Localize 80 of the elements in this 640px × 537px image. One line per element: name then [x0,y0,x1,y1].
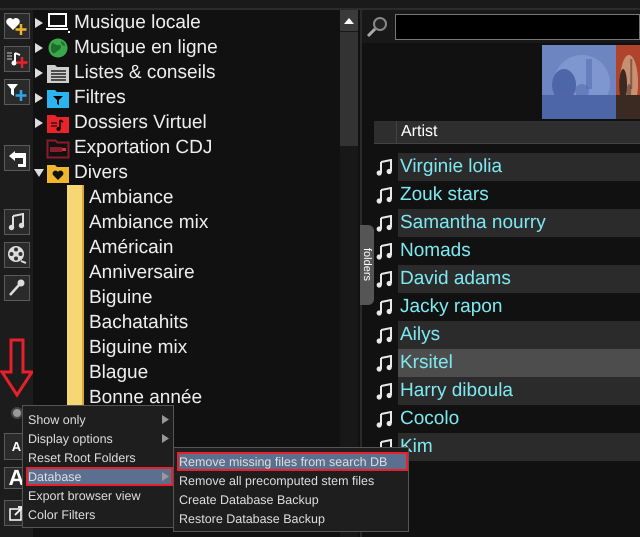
artist-row[interactable]: Ailys [398,321,640,349]
film-reel-button[interactable] [4,242,30,268]
search-field[interactable] [395,14,640,40]
menu-item[interactable]: Remove all precomputed stem files [177,471,408,490]
expand-arrow-icon[interactable] [34,118,44,128]
usb-folder-icon [46,136,70,158]
music-note-icon [376,326,393,344]
artist-row[interactable]: Zouk stars [398,181,640,209]
artist-row[interactable]: Jacky rapon [398,293,640,321]
menu-item[interactable]: Export browser view [26,486,173,505]
submenu-arrow-icon [162,434,169,443]
menu-item[interactable]: Create Database Backup [177,490,408,509]
column-header[interactable]: Artist [397,121,438,143]
music-note-icon [376,186,393,204]
menu-item[interactable]: Color Filters [26,505,173,524]
scroll-up-button[interactable] [340,10,358,31]
tree-item[interactable]: Listes & conseils [74,62,216,84]
menu-item[interactable]: Restore Database Backup [177,509,408,528]
tree-item[interactable]: Biguine mix [89,336,188,358]
collapse-arrow-icon[interactable] [34,168,44,178]
menu-item[interactable]: Remove missing files from search DB [177,452,408,471]
popout-icon [8,505,24,521]
submenu-arrow-icon [162,415,169,424]
artist-row[interactable]: Harry diboula [398,377,640,405]
menu-item[interactable]: Database [26,467,173,486]
tree-item[interactable]: Américain [89,236,174,258]
music-note-icon [376,270,393,288]
heart-plus-icon [6,16,28,36]
back-arrow-icon [6,149,26,167]
up-arrow-icon [344,18,354,24]
tree-item[interactable]: Exportation CDJ [74,136,212,158]
music-note-icon [376,382,393,400]
tree-item[interactable]: Biguine [89,286,152,308]
tree-item[interactable]: Ambiance mix [89,212,208,234]
tree-item[interactable]: Anniversaire [89,262,195,284]
globe-icon [46,36,70,58]
tree-item[interactable]: Divers [74,162,128,184]
menu-item[interactable]: Show only [26,410,173,429]
artist-row[interactable]: David adams [398,265,640,293]
music-note-icon [8,213,26,231]
tree-item[interactable]: Bonne année [89,386,202,408]
down-arrow-icon [0,338,34,398]
heart-plus-button[interactable] [4,13,30,39]
music-note-icon [376,214,393,232]
artist-row[interactable]: Cocolo [398,405,640,433]
microphone-button[interactable] [4,275,30,301]
folders-tab[interactable]: folders [360,225,374,305]
music-note-icon [376,158,393,176]
tree-item[interactable]: Bachatahits [89,312,188,334]
film-reel-icon [6,245,26,265]
music-note-icon [376,410,393,428]
expand-arrow-icon[interactable] [34,18,44,28]
music-note-icon [376,242,393,260]
expand-arrow-icon[interactable] [34,92,44,102]
expand-arrow-icon[interactable] [34,68,44,78]
laptop-icon [46,12,70,34]
artist-row[interactable]: Nomads [398,237,640,265]
note-plus-button[interactable] [4,46,30,72]
artist-row[interactable]: Virginie lolia [398,153,640,181]
search-icon [366,16,388,38]
music-note-icon [376,298,393,316]
note-plus-icon [6,49,28,69]
filter-plus-icon [6,82,28,102]
microphone-icon [6,278,26,298]
back-arrow-button[interactable] [4,145,30,171]
tree-item[interactable]: Dossiers Virtuel [74,112,207,134]
artist-row[interactable]: Krsitel [398,349,640,377]
tree-item[interactable]: Filtres [74,86,126,108]
options-dot-button[interactable] [10,407,22,419]
artist-row[interactable]: Samantha nourry [398,209,640,237]
tree-item[interactable]: Musique locale [74,12,201,34]
tree-item[interactable]: Musique en ligne [74,36,218,58]
tree-item[interactable]: Blague [89,362,148,384]
music-note-button[interactable] [4,209,30,235]
expand-arrow-icon[interactable] [34,42,44,52]
scrollbar-thumb[interactable] [340,32,358,146]
tree-item[interactable]: Ambiance [89,186,174,208]
music-note-icon [376,354,393,372]
filter-plus-button[interactable] [4,79,30,105]
submenu-arrow-icon [162,472,169,481]
